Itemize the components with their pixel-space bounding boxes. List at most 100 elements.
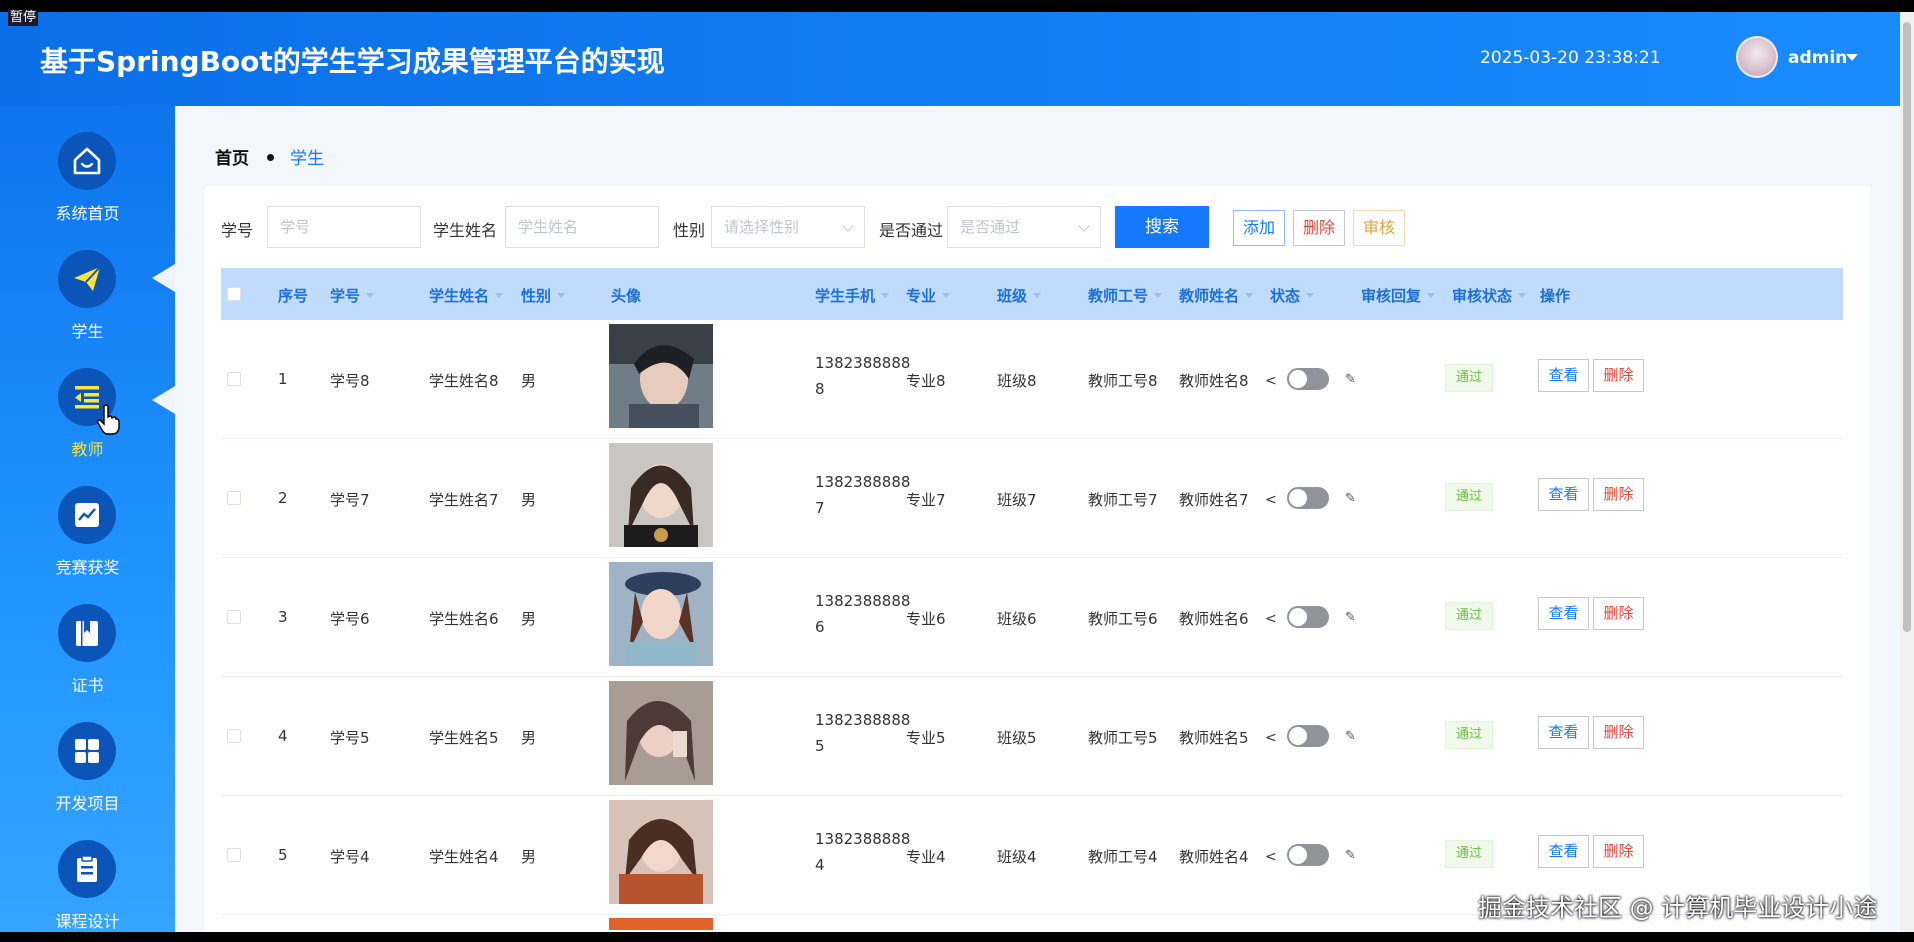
col-student-no[interactable]: 学号: [330, 285, 375, 306]
cell-student-no: 学号8: [330, 372, 370, 390]
delete-button[interactable]: 删除: [1593, 597, 1644, 630]
cell-index: 3: [278, 608, 288, 626]
username-menu[interactable]: admin: [1788, 48, 1847, 68]
student-no-input[interactable]: 学号: [267, 206, 421, 248]
page-scrollbar[interactable]: [1900, 12, 1914, 932]
col-gender[interactable]: 性别: [521, 285, 566, 306]
col-class[interactable]: 班级: [997, 285, 1042, 306]
toggle-knob: [1289, 727, 1307, 745]
status-toggle[interactable]: [1287, 725, 1329, 747]
student-photo[interactable]: [609, 562, 713, 666]
cell-phone-wrap: 8: [815, 380, 825, 398]
sort-icon: [1427, 293, 1436, 298]
breadcrumb: 首页 学生: [215, 144, 324, 169]
sort-icon: [1306, 293, 1315, 298]
screen-bottom-border: [0, 932, 1914, 942]
sort-icon: [1245, 293, 1254, 298]
student-photo[interactable]: [609, 681, 713, 785]
sidebar-item-label: 系统首页: [55, 204, 120, 223]
sidebar-item-student[interactable]: 学生: [0, 250, 175, 368]
header-datetime: 2025-03-20 23:38:21: [1480, 48, 1661, 68]
share-icon[interactable]: <: [1265, 611, 1277, 627]
scrollbar-thumb[interactable]: [1903, 22, 1911, 632]
sidebar-item-teacher[interactable]: 教师: [0, 368, 175, 486]
view-button[interactable]: 查看: [1538, 835, 1589, 868]
sidebar-item-course[interactable]: 课程设计: [0, 840, 175, 942]
student-name-input[interactable]: 学生姓名: [505, 206, 659, 248]
sort-icon: [1518, 293, 1527, 298]
view-button[interactable]: 查看: [1538, 597, 1589, 630]
view-button[interactable]: 查看: [1538, 359, 1589, 392]
table-row: 3 学号6 学生姓名6 男 1382388888 6 专业6 班级6 教师工号6…: [221, 558, 1843, 677]
screen-top-border: [0, 0, 1914, 12]
cell-teacher-name: 教师姓名4: [1179, 848, 1249, 866]
table-row: 4 学号5 学生姓名5 男 1382388888 5 专业5 班级5 教师工号5…: [221, 677, 1843, 796]
edit-reply-icon[interactable]: ✎: [1345, 491, 1356, 506]
col-major[interactable]: 专业: [906, 285, 951, 306]
col-actions: 操作: [1540, 287, 1571, 305]
cell-class: 班级4: [997, 848, 1037, 866]
sidebar-item-certificate[interactable]: 证书: [0, 604, 175, 722]
student-photo[interactable]: [609, 443, 713, 547]
sidebar-item-award[interactable]: 竞赛获奖: [0, 486, 175, 604]
delete-button[interactable]: 删除: [1593, 359, 1644, 392]
review-status-badge: 通过: [1445, 840, 1493, 868]
gender-select[interactable]: 请选择性别: [711, 206, 865, 248]
cell-gender: 男: [521, 729, 537, 747]
share-icon[interactable]: <: [1265, 373, 1277, 389]
row-checkbox[interactable]: [227, 610, 241, 624]
cell-index: 1: [278, 370, 288, 388]
col-status[interactable]: 状态: [1270, 285, 1315, 306]
review-button[interactable]: 审核: [1353, 210, 1405, 246]
share-icon[interactable]: <: [1265, 849, 1277, 865]
status-toggle[interactable]: [1287, 368, 1329, 390]
view-button[interactable]: 查看: [1538, 478, 1589, 511]
sidebar-item-label: 课程设计: [55, 912, 120, 931]
cell-gender: 男: [521, 491, 537, 509]
delete-button[interactable]: 删除: [1593, 478, 1644, 511]
user-avatar[interactable]: [1736, 36, 1778, 78]
batch-delete-button[interactable]: 删除: [1293, 210, 1345, 246]
cell-phone-wrap: 5: [815, 737, 825, 755]
edit-reply-icon[interactable]: ✎: [1345, 729, 1356, 744]
add-button[interactable]: 添加: [1233, 210, 1285, 246]
edit-reply-icon[interactable]: ✎: [1345, 610, 1356, 625]
row-checkbox[interactable]: [227, 848, 241, 862]
cell-teacher-no: 教师工号4: [1088, 848, 1158, 866]
col-review-status[interactable]: 审核状态: [1452, 285, 1527, 306]
passed-select[interactable]: 是否通过: [947, 206, 1101, 248]
breadcrumb-home[interactable]: 首页: [215, 149, 249, 169]
status-toggle[interactable]: [1287, 487, 1329, 509]
edit-reply-icon[interactable]: ✎: [1345, 372, 1356, 387]
student-photo[interactable]: [609, 324, 713, 428]
col-phone[interactable]: 学生手机: [815, 285, 890, 306]
col-review-reply[interactable]: 审核回复: [1361, 285, 1436, 306]
status-toggle[interactable]: [1287, 606, 1329, 628]
select-all-checkbox[interactable]: [227, 287, 241, 301]
col-student-name[interactable]: 学生姓名: [429, 285, 504, 306]
search-button[interactable]: 搜索: [1115, 206, 1209, 248]
student-photo[interactable]: [609, 800, 713, 904]
share-icon[interactable]: <: [1265, 730, 1277, 746]
cell-phone: 1382388888: [815, 592, 911, 610]
sidebar-item-project[interactable]: 开发项目: [0, 722, 175, 840]
col-teacher-name[interactable]: 教师姓名: [1179, 285, 1254, 306]
home-icon: [58, 132, 116, 190]
row-checkbox[interactable]: [227, 491, 241, 505]
sidebar-item-home[interactable]: 系统首页: [0, 132, 175, 250]
delete-button[interactable]: 删除: [1593, 716, 1644, 749]
chevron-down-icon[interactable]: [1846, 54, 1858, 61]
cell-phone: 1382388888: [815, 830, 911, 848]
delete-button[interactable]: 删除: [1593, 835, 1644, 868]
sort-icon: [881, 293, 890, 298]
share-icon[interactable]: <: [1265, 492, 1277, 508]
passed-select-placeholder: 是否通过: [960, 218, 1021, 236]
view-button[interactable]: 查看: [1538, 716, 1589, 749]
status-toggle[interactable]: [1287, 844, 1329, 866]
cell-index: 4: [278, 727, 288, 745]
edit-reply-icon[interactable]: ✎: [1345, 848, 1356, 863]
cell-phone: 1382388888: [815, 354, 911, 372]
row-checkbox[interactable]: [227, 729, 241, 743]
col-teacher-no[interactable]: 教师工号: [1088, 285, 1163, 306]
row-checkbox[interactable]: [227, 372, 241, 386]
